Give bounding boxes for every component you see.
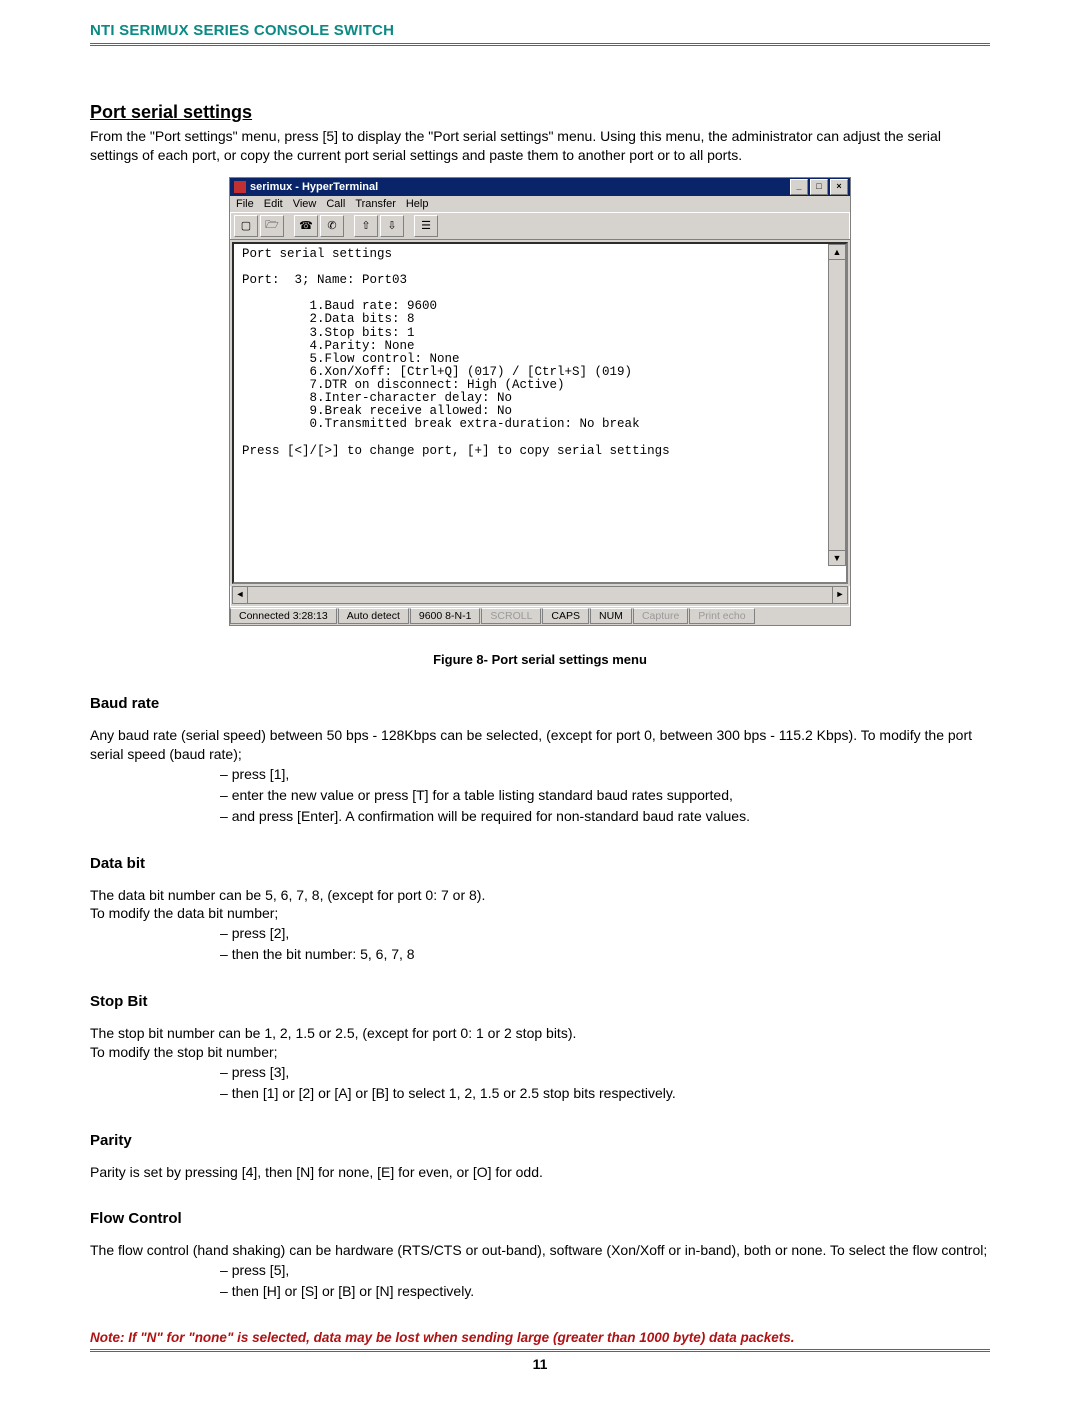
toolbar: ▢ 🗁 ☎ ✆ ⇧ ⇩ ☰ [230, 212, 850, 240]
connect-icon[interactable]: ☎ [294, 215, 318, 237]
hyperterminal-window: serimux - HyperTerminal _ □ × File Edit … [229, 177, 851, 626]
menu-edit[interactable]: Edit [264, 198, 283, 210]
titlebar: serimux - HyperTerminal _ □ × [230, 178, 850, 196]
scroll-left-icon[interactable]: ◄ [233, 587, 248, 603]
databit-text1: The data bit number can be 5, 6, 7, 8, (… [90, 886, 990, 905]
brand-header: NTI SERIMUX SERIES CONSOLE SWITCH [90, 22, 990, 39]
footer-divider [90, 1349, 990, 1352]
list-item: then the bit number: 5, 6, 7, 8 [220, 944, 990, 965]
close-button[interactable]: × [830, 179, 848, 195]
list-item: press [5], [220, 1260, 990, 1281]
flow-steps: press [5], then [H] or [S] or [B] or [N]… [90, 1260, 990, 1302]
horizontal-scrollbar[interactable]: ◄ ► [232, 586, 848, 604]
stopbit-text1: The stop bit number can be 1, 2, 1.5 or … [90, 1024, 990, 1043]
header-divider [90, 43, 990, 46]
stopbit-text2: To modify the stop bit number; [90, 1043, 990, 1062]
scroll-down-icon[interactable]: ▼ [829, 550, 845, 565]
properties-icon[interactable]: ☰ [414, 215, 438, 237]
databit-text2: To modify the data bit number; [90, 904, 990, 923]
status-settings: 9600 8-N-1 [410, 608, 481, 624]
list-item: press [2], [220, 923, 990, 944]
flow-heading: Flow Control [90, 1210, 990, 1227]
list-item: and press [Enter]. A confirmation will b… [220, 806, 990, 827]
list-item: then [H] or [S] or [B] or [N] respective… [220, 1281, 990, 1302]
flow-text: The flow control (hand shaking) can be h… [90, 1241, 990, 1260]
send-icon[interactable]: ⇧ [354, 215, 378, 237]
maximize-button[interactable]: □ [810, 179, 828, 195]
menu-file[interactable]: File [236, 198, 254, 210]
section-title: Port serial settings [90, 102, 990, 123]
open-icon[interactable]: 🗁 [260, 215, 284, 237]
baud-text: Any baud rate (serial speed) between 50 … [90, 726, 990, 764]
receive-icon[interactable]: ⇩ [380, 215, 404, 237]
list-item: press [3], [220, 1062, 990, 1083]
vertical-scrollbar[interactable]: ▲ ▼ [828, 244, 846, 566]
status-bar: Connected 3:28:13 Auto detect 9600 8-N-1… [230, 606, 850, 625]
stopbit-heading: Stop Bit [90, 993, 990, 1010]
flow-note: Note: If "N" for "none" is selected, dat… [90, 1330, 990, 1345]
status-autodetect: Auto detect [338, 608, 409, 624]
window-title: serimux - HyperTerminal [250, 181, 788, 193]
baud-steps: press [1], enter the new value or press … [90, 764, 990, 827]
terminal-output: Port serial settings Port: 3; Name: Port… [232, 242, 848, 584]
menu-transfer[interactable]: Transfer [355, 198, 396, 210]
disconnect-icon[interactable]: ✆ [320, 215, 344, 237]
baud-heading: Baud rate [90, 695, 990, 712]
section-intro: From the "Port settings" menu, press [5]… [90, 127, 990, 165]
figure-caption: Figure 8- Port serial settings menu [90, 652, 990, 667]
status-caps: CAPS [542, 608, 589, 624]
menu-help[interactable]: Help [406, 198, 429, 210]
menubar: File Edit View Call Transfer Help [230, 196, 850, 212]
status-scroll: SCROLL [481, 608, 541, 624]
menu-view[interactable]: View [293, 198, 317, 210]
status-printecho: Print echo [689, 608, 754, 624]
list-item: then [1] or [2] or [A] or [B] to select … [220, 1083, 990, 1104]
stopbit-steps: press [3], then [1] or [2] or [A] or [B]… [90, 1062, 990, 1104]
databit-steps: press [2], then the bit number: 5, 6, 7,… [90, 923, 990, 965]
databit-heading: Data bit [90, 855, 990, 872]
menu-call[interactable]: Call [326, 198, 345, 210]
parity-heading: Parity [90, 1132, 990, 1149]
scroll-up-icon[interactable]: ▲ [829, 245, 845, 260]
status-capture: Capture [633, 608, 688, 624]
list-item: press [1], [220, 764, 990, 785]
terminal-area: Port serial settings Port: 3; Name: Port… [230, 240, 850, 586]
app-icon [234, 181, 246, 193]
page-number: 11 [90, 1356, 990, 1372]
minimize-button[interactable]: _ [790, 179, 808, 195]
parity-text: Parity is set by pressing [4], then [N] … [90, 1163, 990, 1182]
document-page: NTI SERIMUX SERIES CONSOLE SWITCH Port s… [0, 0, 1080, 1402]
status-num: NUM [590, 608, 632, 624]
new-doc-icon[interactable]: ▢ [234, 215, 258, 237]
list-item: enter the new value or press [T] for a t… [220, 785, 990, 806]
scroll-right-icon[interactable]: ► [832, 587, 847, 603]
status-connected: Connected 3:28:13 [230, 608, 337, 624]
